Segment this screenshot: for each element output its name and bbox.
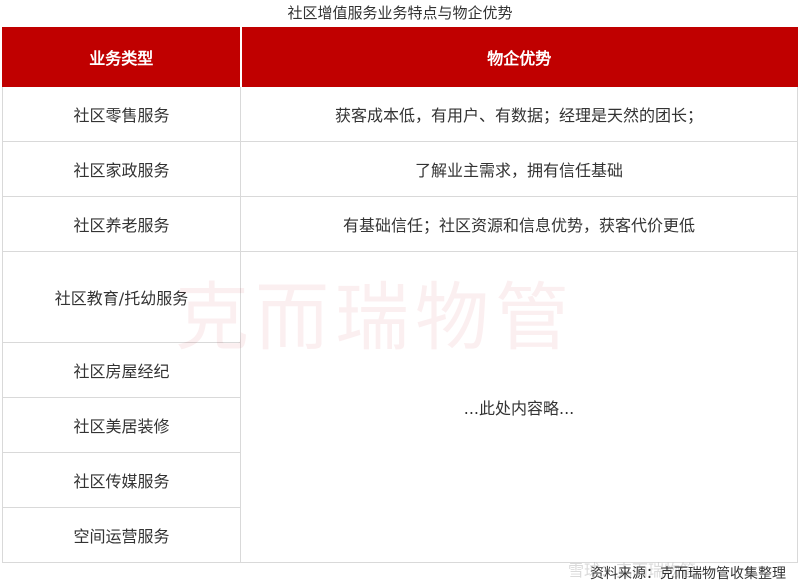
cell-advantage: 了解业主需求，拥有信任基础	[240, 141, 798, 197]
cell-business-type: 社区家政服务	[2, 141, 241, 197]
table-title: 社区增值服务业务特点与物企优势	[287, 4, 513, 22]
table-header-row: 业务类型 物企优势	[2, 27, 798, 87]
cell-business-type: 社区零售服务	[2, 86, 241, 142]
cell-advantage-merged: ...此处内容略...	[240, 251, 798, 563]
cell-business-type: 社区房屋经纪	[2, 342, 241, 398]
business-advantage-table: 业务类型 物企优势 社区零售服务 获客成本低，有用户、有数据；经理是天然的团长；…	[2, 27, 798, 563]
source-note: 资料来源：克而瑞物管收集整理	[590, 566, 786, 582]
cell-advantage: 获客成本低，有用户、有数据；经理是天然的团长；	[240, 86, 798, 142]
header-advantage: 物企优势	[240, 27, 798, 87]
header-business-type: 业务类型	[2, 27, 242, 87]
table-row: 社区零售服务 获客成本低，有用户、有数据；经理是天然的团长；	[2, 86, 798, 142]
cell-advantage: 有基础信任；社区资源和信息优势，获客代价更低	[240, 196, 798, 252]
table-row: 社区教育/托幼服务 ...此处内容略...	[2, 251, 798, 563]
table-row: 社区养老服务 有基础信任；社区资源和信息优势，获客代价更低	[2, 196, 798, 252]
cell-business-type: 社区养老服务	[2, 196, 241, 252]
cell-business-type: 社区教育/托幼服务	[2, 251, 241, 343]
table-row: 社区家政服务 了解业主需求，拥有信任基础	[2, 141, 798, 197]
cell-business-type: 社区传媒服务	[2, 452, 241, 508]
cell-business-type: 社区美居装修	[2, 397, 241, 453]
cell-business-type: 空间运营服务	[2, 507, 241, 563]
